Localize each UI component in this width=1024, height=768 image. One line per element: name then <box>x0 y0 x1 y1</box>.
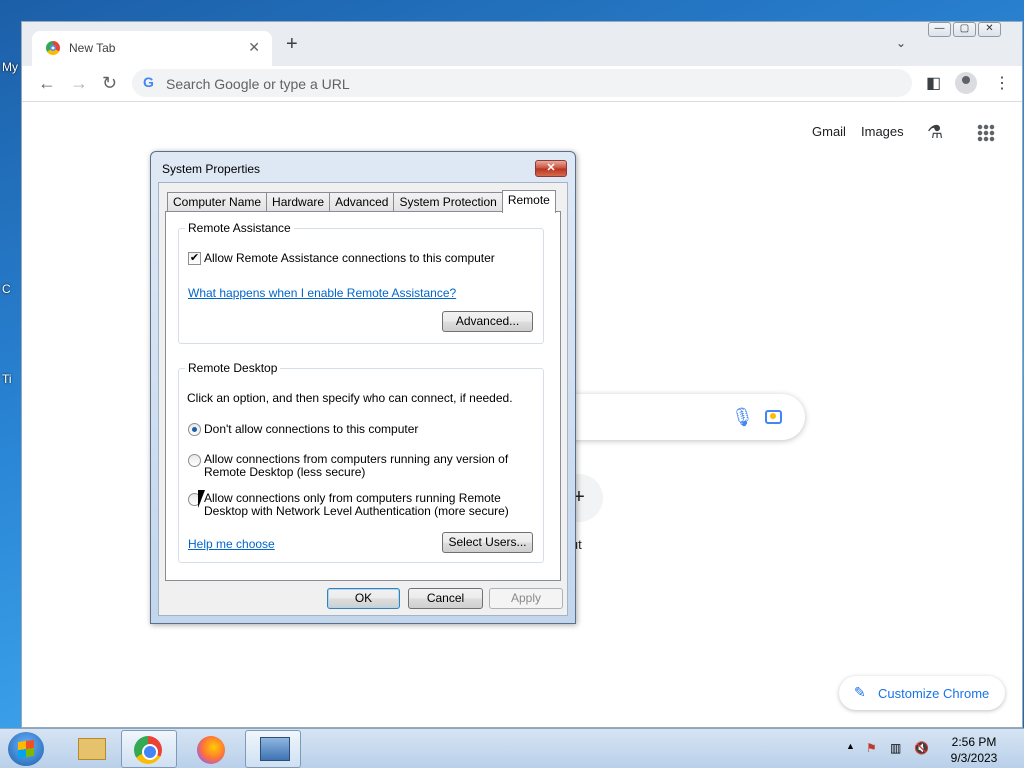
action-center-alert-icon[interactable]: ⚑ <box>866 741 877 755</box>
apply-button[interactable]: Apply <box>489 588 563 609</box>
allow-nla-only-label-line2: Desktop with Network Level Authenticatio… <box>204 504 509 518</box>
taskbar-clock[interactable]: 2:56 PM 9/3/2023 <box>944 734 1004 766</box>
omnibox[interactable]: G Search Google or type a URL <box>132 69 912 97</box>
tab-system-protection[interactable]: System Protection <box>393 192 503 212</box>
reload-icon[interactable]: ↻ <box>102 73 117 94</box>
browser-toolbar: ← → ↻ G Search Google or type a URL ◧ ⋮ <box>22 66 1022 102</box>
remote-tab-panel: Remote Assistance ✔ Allow Remote Assista… <box>165 211 561 581</box>
window-controls: — ▢ ✕ <box>928 22 1003 37</box>
minimize-button[interactable]: — <box>928 22 951 37</box>
clock-date: 9/3/2023 <box>950 751 998 765</box>
tab-search-chevron-icon[interactable]: ⌄ <box>896 36 906 50</box>
advanced-button[interactable]: Advanced... <box>442 311 533 332</box>
allow-remote-assistance-checkbox[interactable]: ✔ <box>188 252 201 265</box>
google-g-icon: G <box>143 74 154 90</box>
desktop-icon-label[interactable]: C <box>2 282 11 296</box>
taskbar-chrome[interactable] <box>121 730 177 768</box>
taskbar-explorer[interactable] <box>62 730 118 768</box>
desktop-icon-label[interactable]: My <box>2 60 18 74</box>
taskbar: ▲ ⚑ ▥ 🔇 2:56 PM 9/3/2023 <box>0 728 1024 768</box>
dont-allow-radio[interactable] <box>188 423 201 436</box>
google-apps-grid-icon[interactable] <box>977 124 995 142</box>
allow-any-version-label-line2: Remote Desktop (less secure) <box>204 465 366 479</box>
menu-kebab-icon[interactable]: ⋮ <box>994 73 1010 93</box>
clock-time: 2:56 PM <box>951 735 997 749</box>
remote-desktop-intro: Click an option, and then specify who ca… <box>187 391 513 405</box>
tab-title: New Tab <box>69 41 116 55</box>
side-panel-icon[interactable]: ◧ <box>926 73 941 93</box>
tab-remote[interactable]: Remote <box>501 190 556 213</box>
forward-arrow-icon[interactable]: → <box>70 73 88 94</box>
allow-any-version-radio[interactable] <box>188 454 201 467</box>
remote-desktop-legend: Remote Desktop <box>185 361 281 375</box>
start-button[interactable] <box>8 732 44 766</box>
profile-avatar-icon[interactable] <box>955 72 977 94</box>
taskbar-system-properties[interactable] <box>245 730 301 768</box>
dialog-body: Computer Name Hardware Advanced System P… <box>158 182 568 616</box>
volume-muted-icon[interactable]: 🔇 <box>914 741 929 755</box>
folder-icon <box>78 738 106 760</box>
remote-assistance-group: Remote Assistance ✔ Allow Remote Assista… <box>178 221 544 344</box>
allow-remote-assistance-label: Allow Remote Assistance connections to t… <box>204 251 495 265</box>
customize-chrome-label: Customize Chrome <box>878 686 990 701</box>
customize-chrome-button[interactable]: ✎ Customize Chrome <box>839 676 1005 710</box>
back-arrow-icon[interactable]: ← <box>38 73 56 94</box>
microphone-icon[interactable]: 🎙 <box>731 407 754 428</box>
close-window-button[interactable]: ✕ <box>978 22 1001 37</box>
omnibox-placeholder: Search Google or type a URL <box>166 76 350 92</box>
tab-hardware[interactable]: Hardware <box>266 192 331 212</box>
tab-close-icon[interactable]: ✕ <box>248 39 260 56</box>
gmail-link[interactable]: Gmail <box>812 124 846 139</box>
remote-assistance-help-link[interactable]: What happens when I enable Remote Assist… <box>188 286 456 300</box>
chrome-favicon-icon <box>46 41 60 55</box>
pencil-icon: ✎ <box>854 684 866 700</box>
firefox-icon <box>197 736 225 764</box>
ok-button[interactable]: OK <box>327 588 400 609</box>
taskbar-firefox[interactable] <box>183 730 239 768</box>
network-icon[interactable]: ▥ <box>890 741 901 755</box>
chrome-icon <box>134 736 162 764</box>
tray-expand-arrow-icon[interactable]: ▲ <box>846 741 855 751</box>
tab-advanced[interactable]: Advanced <box>329 192 395 212</box>
tab-new-tab[interactable]: New Tab ✕ <box>32 31 272 66</box>
google-lens-icon[interactable] <box>765 410 782 424</box>
tab-computer-name[interactable]: Computer Name <box>167 192 268 212</box>
select-users-button[interactable]: Select Users... <box>442 532 533 553</box>
dialog-close-button[interactable]: ✕ <box>535 160 567 177</box>
dialog-tabs: Computer Name Hardware Advanced System P… <box>167 190 556 213</box>
system-properties-dialog: System Properties ✕ Computer Name Hardwa… <box>150 151 576 624</box>
cancel-button[interactable]: Cancel <box>408 588 483 609</box>
new-tab-button[interactable]: + <box>286 34 298 54</box>
system-properties-icon <box>260 737 290 761</box>
dont-allow-label: Don't allow connections to this computer <box>204 422 419 436</box>
maximize-button[interactable]: ▢ <box>953 22 976 37</box>
images-link[interactable]: Images <box>861 124 904 139</box>
mouse-cursor-icon <box>198 490 205 508</box>
remote-desktop-group: Remote Desktop Click an option, and then… <box>178 361 544 563</box>
remote-assistance-legend: Remote Assistance <box>185 221 294 235</box>
labs-flask-icon[interactable]: ⚗ <box>927 122 943 143</box>
dialog-title: System Properties <box>162 162 261 176</box>
desktop-icon-label[interactable]: Ti <box>2 372 12 386</box>
tab-strip: New Tab ✕ + ⌄ — ▢ ✕ <box>22 22 1022 66</box>
help-me-choose-link[interactable]: Help me choose <box>188 537 275 551</box>
